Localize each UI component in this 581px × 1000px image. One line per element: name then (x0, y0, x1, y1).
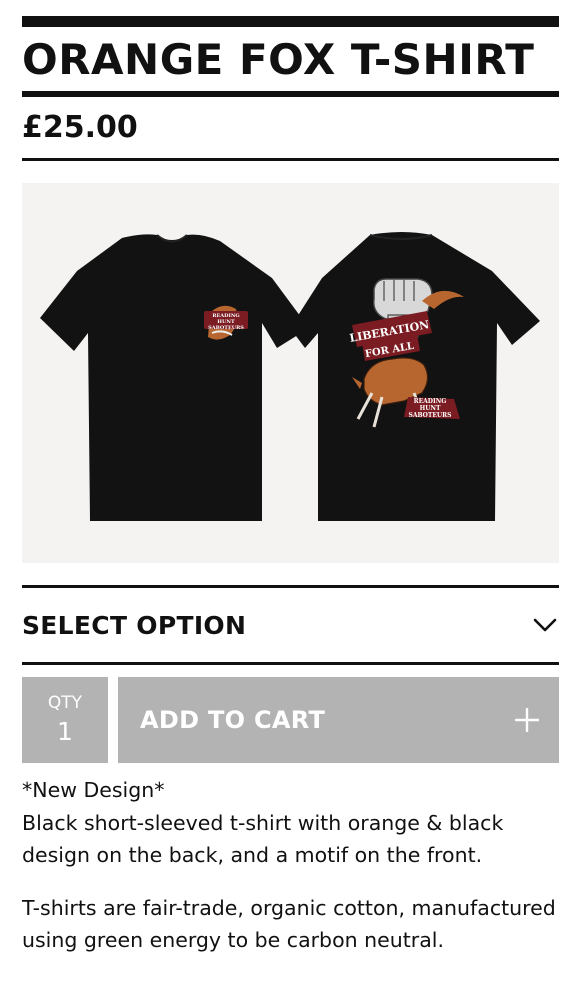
product-description: *New Design* Black short-sleeved t-shirt… (22, 774, 559, 957)
select-option-label: SELECT OPTION (22, 610, 247, 640)
options-bottom-divider (22, 662, 559, 665)
front-motif-text-3: SABOTEURS (208, 325, 244, 331)
select-option-dropdown[interactable]: SELECT OPTION (22, 588, 559, 662)
back-tshirt: LIBERATION FOR ALL READING HUNT SABOTEUR… (290, 232, 540, 521)
quantity-label: QTY (47, 693, 83, 713)
description-paragraph-1: *New Design* Black short-sleeved t-shirt… (22, 774, 559, 872)
quantity-value[interactable]: 1 (22, 715, 108, 749)
quantity-field[interactable]: QTY 1 (22, 677, 108, 763)
product-image[interactable]: READING HUNT SABOTEURS LIBERATION FOR AL… (22, 183, 559, 563)
plus-icon (515, 708, 539, 732)
new-design-tag: *New Design* (22, 778, 165, 802)
back-footer-text-2: HUNT (420, 405, 441, 412)
price-divider (22, 158, 559, 161)
top-divider (22, 16, 559, 27)
back-footer-text-1: READING (414, 398, 447, 405)
product-title: ORANGE FOX T-SHIRT (22, 35, 535, 84)
product-price: £25.00 (22, 110, 138, 145)
add-to-cart-button[interactable]: ADD TO CART (118, 677, 559, 763)
description-paragraph-2: T-shirts are fair-trade, organic cotton,… (22, 895, 556, 953)
chevron-down-icon (533, 618, 557, 632)
back-footer-text-3: SABOTEURS (409, 412, 452, 419)
front-tshirt: READING HUNT SABOTEURS (40, 234, 309, 521)
description-text-1: Black short-sleeved t-shirt with orange … (22, 810, 504, 868)
add-to-cart-label: ADD TO CART (140, 706, 326, 734)
title-divider (22, 91, 559, 97)
